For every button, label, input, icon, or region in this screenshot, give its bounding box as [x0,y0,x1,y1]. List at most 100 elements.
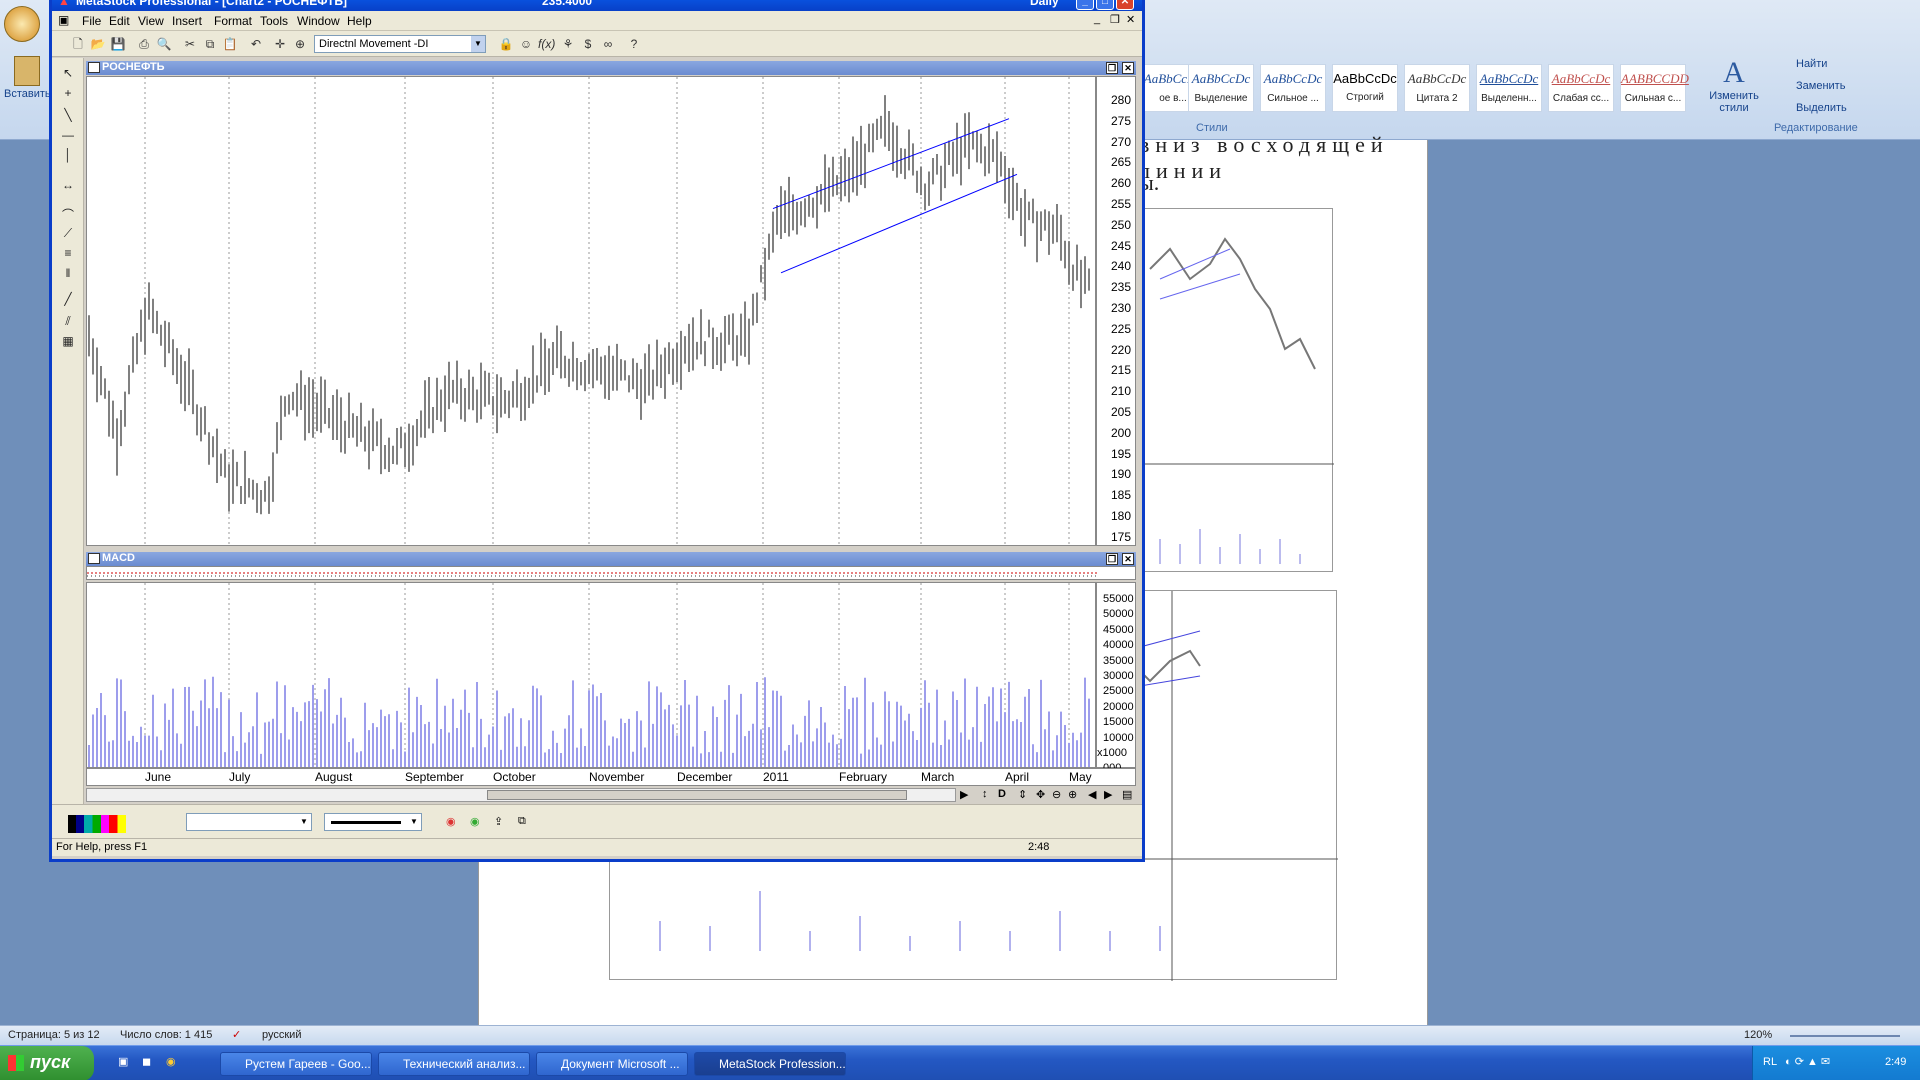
style-item[interactable]: AaBbCcDc Строгий [1332,64,1398,112]
spellcheck-icon[interactable]: ✓ [232,1028,241,1041]
cycle-icon[interactable]: ↔ [60,178,76,194]
chevron-down-icon[interactable]: ▼ [297,814,311,830]
line-style-select[interactable]: ▼ [186,813,312,831]
chrome-icon[interactable]: ◉ [470,815,480,828]
pointer-icon[interactable]: ↖ [60,66,76,82]
open-icon[interactable]: 📂 [90,36,106,52]
lock-icon[interactable]: 🔒 [498,36,514,52]
menu-edit[interactable]: Edit [109,14,130,28]
chevron-down-icon[interactable]: ▼ [471,36,485,52]
volume-chart[interactable] [86,582,1096,768]
replace-button[interactable]: Заменить [1796,80,1845,92]
crosshair-icon[interactable]: ✛ [272,36,288,52]
horizontal-line-icon[interactable]: — [60,128,76,144]
gann-grid-icon[interactable]: ▦ [60,334,76,350]
price-pane-title-bar[interactable]: РОСНЕФТЬ ❐ ✕ [86,61,1136,75]
taskbar-item[interactable]: Рустем Гареев - Goo... [220,1052,372,1076]
paste-icon[interactable]: 📋 [222,36,238,52]
prev-icon[interactable]: ◀ [1088,788,1096,801]
scroll-thumb[interactable] [487,790,907,800]
zoom-in-icon[interactable]: ⊕ [1068,788,1077,801]
change-styles-button[interactable]: A Изменить стили [1702,56,1766,120]
tray-language[interactable]: RL [1763,1056,1777,1068]
fibonacci-arcs-icon[interactable]: ⌒ [60,206,76,222]
menu-tools[interactable]: Tools [260,14,288,28]
export-icon[interactable]: ⇪ [494,815,503,828]
style-item[interactable]: AaBbCcDc Выделенн... [1476,64,1542,112]
word-count[interactable]: Число слов: 1 415 [120,1029,212,1041]
time-zones-icon[interactable]: ‖ [60,266,76,282]
volume-pane-title-bar[interactable]: MACD ❐ ✕ [86,552,1136,566]
title-bar[interactable]: ▲ MetaStock Professional - [Chart2 - РОС… [52,0,1142,11]
help-icon[interactable]: ? [626,36,642,52]
zoom-out-icon[interactable]: ⊖ [1052,788,1061,801]
taskbar-item-active[interactable]: MetaStock Profession... [694,1052,846,1076]
save-icon[interactable]: 💾 [110,36,126,52]
style-item[interactable]: AaBbCcDc Сильное ... [1260,64,1326,112]
fan-icon[interactable]: ⟋ [60,226,76,242]
expert-icon[interactable]: ☺ [518,36,534,52]
page-count[interactable]: Страница: 5 из 12 [8,1029,100,1041]
price-chart-svg[interactable] [87,77,1095,545]
formula-icon[interactable]: f(x) [538,36,555,52]
style-item[interactable]: AaBbCcDc Цитата 2 [1404,64,1470,112]
zoom-icon[interactable]: ⊕ [292,36,308,52]
day-icon[interactable]: D [998,788,1006,800]
close-button[interactable]: ✕ [1116,0,1134,10]
crosshair-tool-icon[interactable]: + [60,86,76,102]
style-item[interactable]: AaBbCcDc Выделение [1188,64,1254,112]
pane-restore-button[interactable]: ❐ [1106,553,1118,565]
pane-close-button[interactable]: ✕ [1122,62,1134,74]
doc-icon[interactable]: ▣ [58,13,69,27]
office-button[interactable] [4,6,40,42]
taskbar-item[interactable]: Технический анализ... [378,1052,530,1076]
horizontal-scrollbar[interactable] [86,788,956,802]
speed-lines-icon[interactable]: ⫽ [60,314,76,330]
paste-button[interactable]: Вставить [4,54,51,124]
price-chart[interactable] [86,76,1096,546]
refresh-icon[interactable]: ↕ [982,788,988,800]
color-palette[interactable] [68,815,126,833]
chrome-icon[interactable]: ◉ [166,1055,176,1068]
taskbar-item[interactable]: Документ Microsoft ... [536,1052,688,1076]
mdi-restore-icon[interactable]: ❐ [1110,13,1120,26]
chevron-down-icon[interactable]: ▼ [407,814,421,830]
print-icon[interactable]: ⎙ [136,36,152,52]
mdi-close-icon[interactable]: ✕ [1126,13,1135,26]
zoom-slider[interactable] [1790,1035,1900,1037]
menu-insert[interactable]: Insert [172,14,202,28]
snapshot-icon[interactable]: ⧉ [518,815,526,828]
quicklaunch-icon[interactable]: ◼ [142,1055,151,1068]
print-preview-icon[interactable]: 🔍 [156,36,172,52]
menu-help[interactable]: Help [347,14,372,28]
new-icon[interactable]: 🗋 [70,36,86,52]
start-button[interactable]: пуск [0,1046,94,1080]
retracement-icon[interactable]: ≡ [60,246,76,262]
volume-chart-svg[interactable] [87,583,1095,767]
scroll-right-icon[interactable]: ▶ [960,788,968,801]
undo-icon[interactable]: ↶ [248,36,264,52]
chrome-icon[interactable]: ◉ [446,815,456,828]
minimize-button[interactable]: _ [1076,0,1094,10]
system-tester-icon[interactable]: ⚘ [560,36,576,52]
zoom-level[interactable]: 120% [1744,1029,1772,1041]
tray-icons[interactable]: ◐ ⟳ ▲ ✉ [1785,1055,1830,1068]
cut-icon[interactable]: ✂ [182,36,198,52]
up-down-icon[interactable]: ⇕ [1018,788,1027,801]
menu-format[interactable]: Format [214,14,252,28]
explorer-icon[interactable]: $ [580,36,596,52]
mdi-minimize-icon[interactable]: _ [1094,13,1100,25]
style-item[interactable]: AaBbCcDc Слабая сс... [1548,64,1614,112]
channel-icon[interactable]: ╱ [60,292,76,308]
line-weight-select[interactable]: ▼ [324,813,422,831]
pane-restore-button[interactable]: ❐ [1106,62,1118,74]
style-item[interactable]: AABBCCDD Сильная с... [1620,64,1689,112]
find-button[interactable]: Найти [1796,58,1827,70]
grid-icon[interactable]: ▤ [1122,788,1132,801]
move-icon[interactable]: ✥ [1036,788,1045,801]
menu-file[interactable]: File [82,14,101,28]
menu-view[interactable]: View [138,14,164,28]
binoculars-icon[interactable]: ∞ [600,36,616,52]
indicator-select[interactable]: Directnl Movement -DI ▼ [314,35,486,53]
quicklaunch-icon[interactable]: ▣ [118,1055,128,1068]
